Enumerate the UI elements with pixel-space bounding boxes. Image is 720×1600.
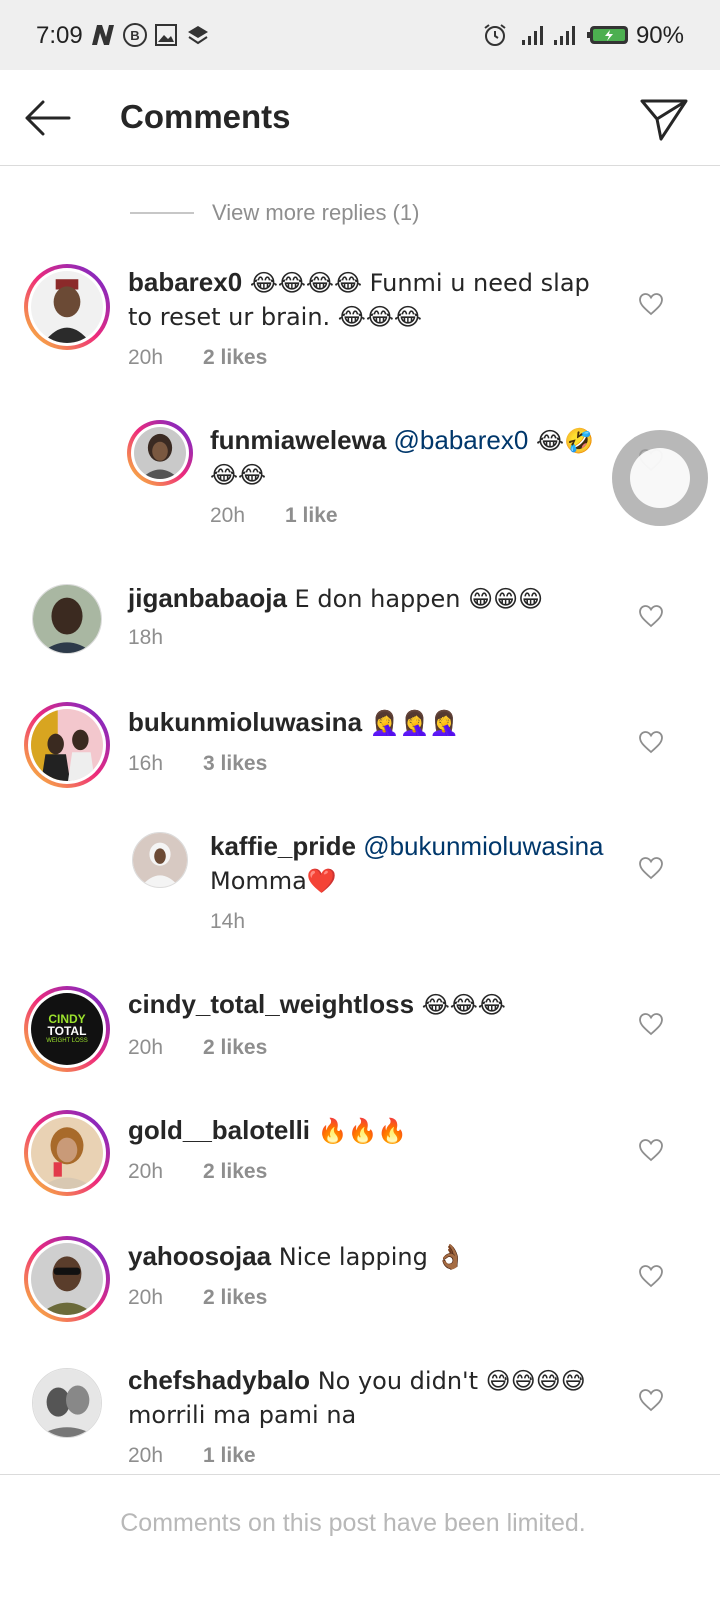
- back-button[interactable]: [20, 94, 76, 142]
- avatar[interactable]: [32, 584, 102, 654]
- heart-icon[interactable]: [638, 1264, 664, 1288]
- avatar-logo-line2: TOTAL: [47, 1024, 87, 1038]
- avatar[interactable]: CINDY TOTAL WEIGHT LOSS: [24, 986, 110, 1072]
- avatar-logo-line3: WEIGHT LOSS: [46, 1038, 88, 1044]
- comment-username[interactable]: cindy_total_weightloss: [128, 989, 414, 1019]
- mention-link[interactable]: @bukunmioluwasina: [363, 831, 603, 861]
- heart-icon[interactable]: [638, 604, 664, 628]
- avatar[interactable]: [24, 702, 110, 788]
- comment-text: Nice lapping 👌🏾: [271, 1243, 466, 1271]
- comment-time: 20h: [128, 1286, 164, 1309]
- avatar[interactable]: [132, 832, 188, 888]
- signal-icon-2: [552, 22, 580, 48]
- avatar[interactable]: [24, 1236, 110, 1322]
- comments-limited-notice: Comments on this post have been limited.: [120, 1509, 586, 1537]
- comment-time: 20h: [128, 1444, 164, 1467]
- layers-icon: [186, 22, 210, 48]
- avatar[interactable]: [32, 1368, 102, 1438]
- comment-username[interactable]: kaffie_pride: [210, 831, 356, 861]
- comment-username[interactable]: babarex0: [128, 267, 242, 297]
- heart-icon[interactable]: [638, 730, 664, 754]
- comment-username[interactable]: jiganbabaoja: [128, 583, 287, 613]
- divider-line: [130, 212, 194, 214]
- paper-plane-icon: [640, 99, 688, 141]
- comment-time: 20h: [128, 1160, 164, 1183]
- comment-time: 16h: [128, 752, 164, 775]
- comment-likes[interactable]: 3 likes: [203, 752, 267, 776]
- arrow-left-icon: [25, 100, 71, 136]
- heart-icon[interactable]: [638, 1388, 664, 1412]
- battery-percent: 90%: [635, 22, 684, 49]
- comment-likes[interactable]: 2 likes: [203, 1160, 267, 1184]
- comment-username[interactable]: gold__balotelli: [128, 1115, 310, 1145]
- comment-text: 🔥🔥🔥: [310, 1117, 408, 1145]
- comment-text: E don happen 😁😁😁: [286, 585, 544, 613]
- comment-text: Momma❤️: [210, 867, 337, 895]
- comment-time: 20h: [128, 1036, 164, 1059]
- comment-time: 20h: [128, 346, 164, 369]
- comment-time: 20h: [210, 504, 246, 527]
- view-more-replies-button[interactable]: View more replies (1): [130, 200, 419, 226]
- status-time: 7:09: [36, 22, 83, 49]
- avatar[interactable]: [24, 264, 110, 350]
- b-badge-icon: B: [122, 22, 148, 48]
- comment-likes[interactable]: 2 likes: [203, 1286, 267, 1310]
- heart-icon[interactable]: [638, 292, 664, 316]
- comment-username[interactable]: bukunmioluwasina: [128, 707, 362, 737]
- comment-username[interactable]: funmiawelewa: [210, 425, 386, 455]
- comment-likes[interactable]: 2 likes: [203, 1036, 267, 1060]
- heart-icon[interactable]: [638, 1012, 664, 1036]
- avatar[interactable]: [24, 1110, 110, 1196]
- comment-username[interactable]: chefshadybalo: [128, 1365, 310, 1395]
- comment-time: 14h: [210, 910, 246, 933]
- status-bar: 7:09 B 90%: [0, 0, 720, 70]
- view-more-replies-label: View more replies (1): [212, 200, 420, 225]
- comment-username[interactable]: yahoosojaa: [128, 1241, 271, 1271]
- send-button[interactable]: [636, 92, 692, 146]
- comment-time: 18h: [128, 626, 164, 649]
- page-title: Comments: [120, 98, 291, 135]
- netflix-n-icon: [90, 22, 116, 48]
- heart-icon[interactable]: [638, 856, 664, 880]
- touch-indicator: [612, 430, 708, 526]
- comment-likes[interactable]: 1 like: [285, 504, 338, 528]
- comment-likes[interactable]: 2 likes: [203, 346, 267, 370]
- header: Comments: [0, 70, 720, 166]
- heart-icon[interactable]: [638, 1138, 664, 1162]
- comment-text: 🤦‍♀️🤦‍♀️🤦‍♀️: [362, 709, 460, 737]
- comment-text: 😂😂😂: [414, 991, 506, 1019]
- gallery-icon: [154, 22, 178, 48]
- mention-link[interactable]: @babarex0: [394, 425, 529, 455]
- comment-likes[interactable]: 1 like: [203, 1444, 256, 1468]
- comments-limited-footer: Comments on this post have been limited.: [0, 1474, 720, 1600]
- alarm-icon: [482, 22, 508, 48]
- battery-charging-icon: [586, 22, 632, 48]
- signal-icon: [520, 22, 548, 48]
- avatar[interactable]: [127, 420, 193, 486]
- svg-text:B: B: [130, 28, 139, 43]
